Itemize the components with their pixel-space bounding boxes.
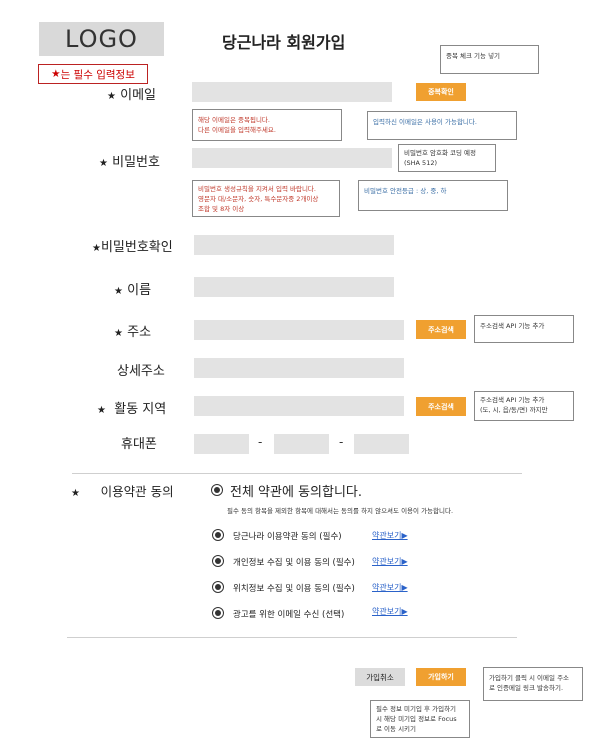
terms-item-radio[interactable] <box>212 555 224 567</box>
cancel-button[interactable]: 가입취소 <box>355 668 405 686</box>
required-star-icon: ★ <box>97 405 106 416</box>
logo: LOGO <box>39 22 164 56</box>
note-text: 가입하기 클릭 시 이메일 주소 <box>489 674 570 682</box>
note-text: 로 이동 시키기 <box>376 725 417 734</box>
password-confirm-label: ★비밀번호확인 <box>92 236 173 255</box>
terms-item-radio[interactable] <box>212 529 224 541</box>
divider <box>67 637 517 638</box>
radio-selected-icon <box>215 584 221 590</box>
note-text: 입력하신 이메일은 사용이 가능합니다. <box>373 118 477 126</box>
email-input[interactable] <box>192 82 392 102</box>
note-text: 중복 체크 기능 넣기 <box>446 52 501 60</box>
address-detail-label: 상세주소 <box>117 364 165 379</box>
join-email-note: 가입하기 클릭 시 이메일 주소 로 인증메일 링크 발송하기. <box>483 667 583 701</box>
email-duplicate-message: 해당 이메일은 중복됩니다. 다른 이메일을 입력해주세요. <box>192 109 342 141</box>
terms-view-link[interactable]: 약관보기▶ <box>372 530 408 541</box>
terms-view-link[interactable]: 약관보기▶ <box>372 582 408 593</box>
name-label-text: 이름 <box>127 283 152 298</box>
email-label: ★ 이메일 <box>107 84 156 103</box>
required-info-notice: ★ 는 필수 입력정보 <box>38 64 148 84</box>
terms-item-label: 개인정보 수집 및 이용 동의 (필수) <box>233 558 355 568</box>
phone-input-1[interactable] <box>194 434 249 454</box>
email-label-text: 이메일 <box>120 88 156 103</box>
note-text: 시 해당 미기입 정보로 Focus <box>376 715 457 724</box>
divider <box>72 473 522 474</box>
dup-feature-note: 중복 체크 기능 넣기 <box>440 45 539 74</box>
note-text: 주소검색 API 기능 추가 <box>480 322 545 330</box>
terms-item-label: 광고를 위한 이메일 수신 (선택) <box>233 610 345 620</box>
terms-item-label: 위치정보 수집 및 이용 동의 (필수) <box>233 584 355 594</box>
password-rule-message: 비밀번호 생성규칙을 지켜서 입력 바랍니다. 영문자 대/소문자, 숫자, 특… <box>192 180 340 217</box>
password-confirm-label-text: 비밀번호확인 <box>100 240 173 255</box>
radio-selected-icon <box>214 487 220 493</box>
address-api-note: 주소검색 API 기능 추가 <box>474 315 574 343</box>
note-text: (SHA 512) <box>404 159 438 168</box>
region-input[interactable] <box>194 396 404 416</box>
region-label-text: 활동 지역 <box>114 402 167 417</box>
phone-input-2[interactable] <box>274 434 329 454</box>
note-text: 로 인증메일 링크 발송하기. <box>489 684 564 693</box>
address-label: ★ 주소 <box>114 321 151 340</box>
note-text: 해당 이메일은 중복됩니다. <box>198 116 270 124</box>
terms-description: 필수 동의 항목을 제외한 항목에 대해서는 동의를 하지 않으셔도 이용이 가… <box>227 507 454 515</box>
address-label-text: 주소 <box>127 325 152 340</box>
phone-label: 휴대폰 <box>121 437 157 452</box>
note-text: 비밀번호 암호화 코딩 예정 <box>404 149 476 157</box>
terms-label: ★ 이용약관 동의 <box>71 481 174 500</box>
region-search-button[interactable]: 주소검색 <box>416 397 466 416</box>
note-text: 비밀번호 안전등급 : 상, 중, 하 <box>364 187 447 195</box>
note-text: 다른 이메일을 입력해주세요. <box>198 126 276 135</box>
radio-selected-icon <box>215 610 221 616</box>
address-search-button[interactable]: 주소검색 <box>416 320 466 339</box>
terms-item-radio[interactable] <box>212 581 224 593</box>
note-text: 영문자 대/소문자, 숫자, 특수문자중 2개이상 <box>198 195 319 204</box>
focus-note: 필수 정보 미기입 후 가입하기 시 해당 미기입 정보로 Focus 로 이동… <box>370 700 470 738</box>
password-strength-message: 비밀번호 안전등급 : 상, 중, 하 <box>358 180 508 211</box>
required-star-icon: ★ <box>92 243 101 254</box>
terms-view-link[interactable]: 약관보기▶ <box>372 606 408 617</box>
note-text: 비밀번호 생성규칙을 지켜서 입력 바랍니다. <box>198 185 316 193</box>
required-notice-text: 는 필수 입력정보 <box>60 68 135 81</box>
required-star-icon: ★ <box>51 68 61 80</box>
join-button[interactable]: 가입하기 <box>416 668 466 686</box>
phone-input-3[interactable] <box>354 434 409 454</box>
page-title: 당근나라 회원가입 <box>222 33 346 52</box>
email-available-message: 입력하신 이메일은 사용이 가능합니다. <box>367 111 517 140</box>
terms-label-text: 이용약관 동의 <box>100 484 174 499</box>
radio-selected-icon <box>215 532 221 538</box>
agree-all-label: 전체 약관에 동의합니다. <box>230 485 362 500</box>
password-label-text: 비밀번호 <box>112 155 160 170</box>
required-star-icon: ★ <box>114 286 123 297</box>
region-label: ★ 활동 지역 <box>97 398 166 417</box>
address-detail-input[interactable] <box>194 358 404 378</box>
address-input[interactable] <box>194 320 404 340</box>
agree-all-radio[interactable] <box>211 484 223 496</box>
required-star-icon: ★ <box>114 328 123 339</box>
note-text: 필수 정보 미기입 후 가입하기 <box>376 705 457 713</box>
password-label: ★ 비밀번호 <box>99 151 160 170</box>
terms-item-radio[interactable] <box>212 607 224 619</box>
duplicate-check-button[interactable]: 중복확인 <box>416 83 466 101</box>
required-star-icon: ★ <box>71 488 80 499</box>
terms-view-link[interactable]: 약관보기▶ <box>372 556 408 567</box>
password-confirm-input[interactable] <box>194 235 394 255</box>
note-text: 주소검색 API 기능 추가 <box>480 396 545 404</box>
name-input[interactable] <box>194 277 394 297</box>
phone-separator: - <box>258 435 263 449</box>
region-api-note: 주소검색 API 기능 추가 (도, 시, 읍/동/면) 까지만 <box>474 391 574 421</box>
password-encrypt-note: 비밀번호 암호화 코딩 예정 (SHA 512) <box>398 144 496 172</box>
required-star-icon: ★ <box>99 158 108 169</box>
password-input[interactable] <box>192 148 392 168</box>
terms-item-label: 당근나라 이용약관 동의 (필수) <box>233 532 342 542</box>
note-text: 조합 및 8자 이상 <box>198 205 245 214</box>
required-star-icon: ★ <box>107 91 116 102</box>
phone-separator: - <box>339 435 344 449</box>
radio-selected-icon <box>215 558 221 564</box>
name-label: ★ 이름 <box>114 279 151 298</box>
note-text: (도, 시, 읍/동/면) 까지만 <box>480 406 548 415</box>
